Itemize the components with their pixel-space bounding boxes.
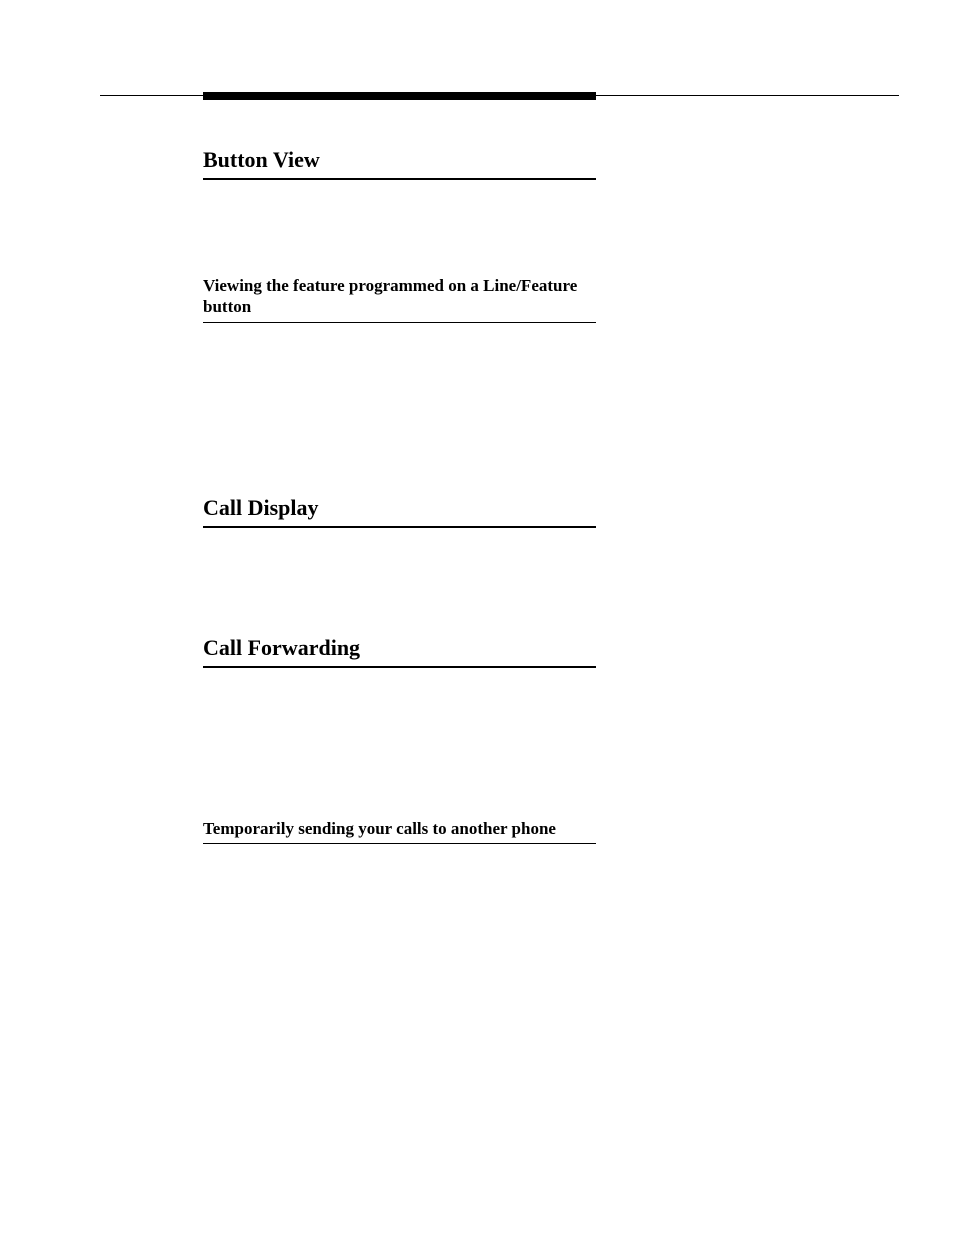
section-heading-button-view: Button View — [203, 148, 596, 180]
section-heading-call-display: Call Display — [203, 496, 596, 528]
sub-heading-viewing-feature: Viewing the feature programmed on a Line… — [203, 275, 596, 323]
section-heading-call-forwarding: Call Forwarding — [203, 636, 596, 668]
sub-heading-temporarily-sending: Temporarily sending your calls to anothe… — [203, 818, 596, 844]
page-header-rule-thick — [203, 92, 596, 100]
